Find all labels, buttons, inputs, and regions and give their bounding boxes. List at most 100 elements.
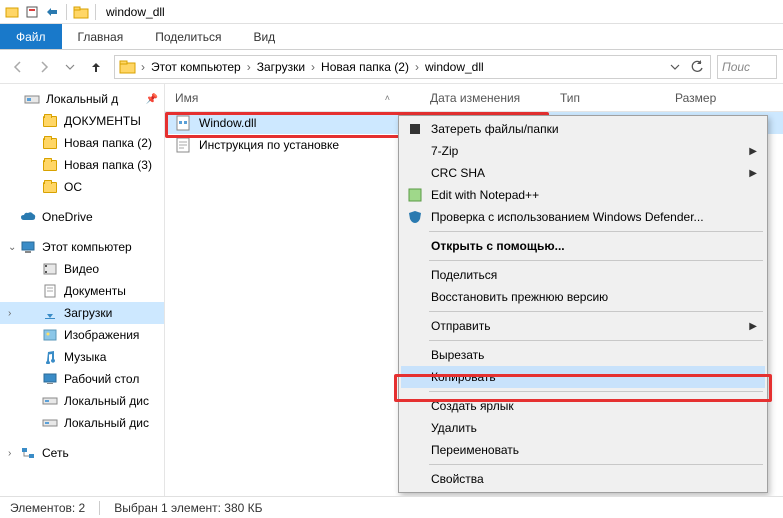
tree-label: Видео: [64, 262, 99, 276]
notepadpp-icon: [407, 187, 423, 203]
tree-label: Сеть: [42, 446, 69, 460]
tree-quick-access[interactable]: Локальный д 📌: [0, 88, 164, 110]
tree-label: Локальный д: [46, 92, 118, 106]
documents-icon: [42, 283, 58, 299]
address-bar[interactable]: › Этот компьютер › Загрузки › Новая папк…: [114, 55, 711, 79]
chevron-right-icon[interactable]: ›: [139, 60, 147, 74]
pin-icon: 📌: [146, 94, 158, 105]
file-name: Window.dll: [199, 116, 256, 130]
tab-view-label: Вид: [253, 30, 275, 44]
tab-share[interactable]: Поделиться: [139, 24, 237, 49]
qat-newfolder-icon[interactable]: [44, 4, 60, 20]
tree-this-pc[interactable]: ⌄ Этот компьютер: [0, 236, 164, 258]
ctx-properties[interactable]: Свойства: [401, 468, 765, 490]
expander-icon[interactable]: ›: [8, 448, 18, 459]
tree-item-localdisk-1[interactable]: Локальный дис: [0, 390, 164, 412]
downloads-icon: [42, 305, 58, 321]
ctx-label: CRC SHA: [431, 166, 485, 180]
tab-home[interactable]: Главная: [62, 24, 140, 49]
tree-item-music[interactable]: Музыка: [0, 346, 164, 368]
ctx-label: Копировать: [431, 370, 496, 384]
tab-file[interactable]: Файл: [0, 24, 62, 49]
column-label: Дата изменения: [430, 91, 520, 105]
nav-recent-button[interactable]: [58, 55, 82, 79]
tab-view[interactable]: Вид: [237, 24, 291, 49]
nav-back-button[interactable]: [6, 55, 30, 79]
status-item-count: Элементов: 2: [10, 501, 85, 515]
ctx-rename[interactable]: Переименовать: [401, 439, 765, 461]
shield-icon: [407, 209, 423, 225]
tree-label: ОС: [64, 180, 82, 194]
tree-label: Новая папка (2): [64, 136, 152, 150]
pictures-icon: [42, 327, 58, 343]
tree-label: Локальный дис: [64, 416, 149, 430]
address-dropdown-button[interactable]: [664, 56, 686, 78]
separator: [429, 340, 763, 341]
ctx-open-with[interactable]: Открыть с помощью...: [401, 235, 765, 257]
separator: [95, 4, 96, 20]
chevron-right-icon[interactable]: ›: [245, 60, 253, 74]
folder-icon: [42, 135, 58, 151]
separator: [429, 391, 763, 392]
tree-item-os[interactable]: ОС: [0, 176, 164, 198]
tree-item-videos[interactable]: Видео: [0, 258, 164, 280]
tree-onedrive[interactable]: OneDrive: [0, 206, 164, 228]
ctx-defender[interactable]: Проверка с использованием Windows Defend…: [401, 206, 765, 228]
refresh-button[interactable]: [686, 56, 708, 78]
file-name: Инструкция по установке: [199, 138, 339, 152]
separator: [429, 311, 763, 312]
dll-file-icon: [175, 115, 191, 131]
ctx-share[interactable]: Поделиться: [401, 264, 765, 286]
system-menu-icon[interactable]: [4, 4, 20, 20]
qat-properties-icon[interactable]: [24, 4, 40, 20]
tree-item-localdisk-2[interactable]: Локальный дис: [0, 412, 164, 434]
text-file-icon: [175, 137, 191, 153]
search-input[interactable]: Поис: [717, 55, 777, 79]
network-icon: [20, 445, 36, 461]
ctx-create-shortcut[interactable]: Создать ярлык: [401, 395, 765, 417]
ctx-restore[interactable]: Восстановить прежнюю версию: [401, 286, 765, 308]
breadcrumb-item[interactable]: Загрузки: [253, 60, 309, 74]
drive-icon: [42, 393, 58, 409]
separator: [99, 501, 100, 515]
expander-icon[interactable]: ›: [8, 308, 18, 319]
tree-item-newfolder2[interactable]: Новая папка (2): [0, 132, 164, 154]
ctx-7zip[interactable]: 7-Zip▶: [401, 140, 765, 162]
chevron-right-icon[interactable]: ›: [413, 60, 421, 74]
column-size[interactable]: Размер: [665, 91, 765, 105]
ctx-notepadpp[interactable]: Edit with Notepad++: [401, 184, 765, 206]
column-date[interactable]: Дата изменения: [420, 91, 550, 105]
tree-network[interactable]: › Сеть: [0, 442, 164, 464]
breadcrumb-item[interactable]: Новая папка (2): [317, 60, 413, 74]
tab-file-label: Файл: [16, 30, 46, 44]
status-bar: Элементов: 2 Выбран 1 элемент: 380 КБ: [0, 496, 783, 518]
ctx-send-to[interactable]: Отправить▶: [401, 315, 765, 337]
ctx-label: Вырезать: [431, 348, 484, 362]
breadcrumb-item[interactable]: window_dll: [421, 60, 488, 74]
ctx-copy[interactable]: Копировать: [401, 366, 765, 388]
context-menu: Затереть файлы/папки 7-Zip▶ CRC SHA▶ Edi…: [398, 115, 768, 493]
tree-item-documents[interactable]: Документы: [0, 280, 164, 302]
tree-item-pictures[interactable]: Изображения: [0, 324, 164, 346]
nav-forward-button[interactable]: [32, 55, 56, 79]
tree-label: Загрузки: [64, 306, 112, 320]
ctx-cut[interactable]: Вырезать: [401, 344, 765, 366]
folder-icon: [73, 4, 89, 20]
ctx-shred[interactable]: Затереть файлы/папки: [401, 118, 765, 140]
cloud-icon: [20, 209, 36, 225]
tree-item-newfolder3[interactable]: Новая папка (3): [0, 154, 164, 176]
column-name[interactable]: Имя˄: [165, 91, 420, 105]
tree-item-downloads[interactable]: › Загрузки: [0, 302, 164, 324]
tree-item-desktop[interactable]: Рабочий стол: [0, 368, 164, 390]
tree-label: ДОКУМЕНТЫ: [64, 114, 141, 128]
tree-item-documents[interactable]: ДОКУМЕНТЫ: [0, 110, 164, 132]
column-type[interactable]: Тип: [550, 91, 665, 105]
tree-label: OneDrive: [42, 210, 93, 224]
nav-up-button[interactable]: [84, 55, 108, 79]
ctx-delete[interactable]: Удалить: [401, 417, 765, 439]
folder-icon: [42, 179, 58, 195]
chevron-right-icon[interactable]: ›: [309, 60, 317, 74]
expander-icon[interactable]: ⌄: [8, 242, 18, 253]
breadcrumb-item[interactable]: Этот компьютер: [147, 60, 245, 74]
ctx-crcsha[interactable]: CRC SHA▶: [401, 162, 765, 184]
